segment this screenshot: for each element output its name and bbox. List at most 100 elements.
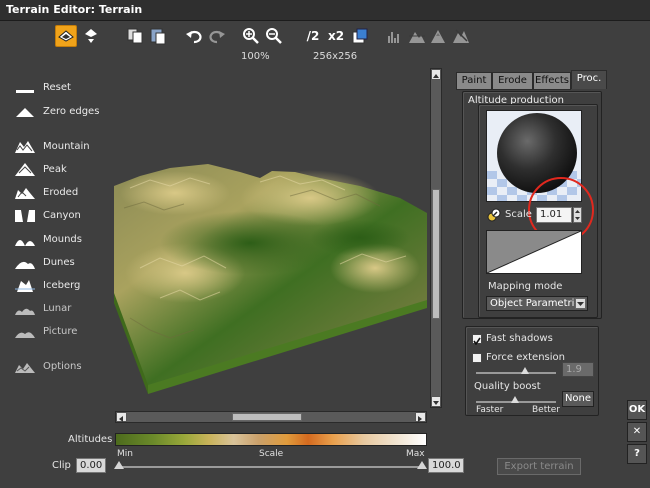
horizontal-scrollbar[interactable]	[115, 411, 427, 423]
redo-button[interactable]	[206, 25, 228, 47]
select-area-button[interactable]	[349, 25, 371, 47]
tab-paint[interactable]: Paint	[456, 72, 492, 90]
zoom-out-button[interactable]	[263, 25, 285, 47]
picture-icon	[15, 332, 35, 338]
iceberg-item[interactable]: Iceberg	[14, 276, 80, 294]
scroll-down-arrow[interactable]	[431, 396, 441, 407]
item-label: Options	[43, 360, 82, 372]
picture-item[interactable]: Picture	[14, 322, 77, 340]
quality-boost-thumb[interactable]	[511, 396, 519, 403]
zero-edges-item[interactable]: Zero edges	[14, 102, 99, 120]
checkmark-icon	[473, 337, 481, 346]
scroll-left-arrow[interactable]	[116, 412, 127, 422]
tab-effects[interactable]: Effects	[533, 72, 571, 90]
eroded-icon	[15, 188, 35, 199]
arrow-down-icon	[433, 401, 439, 405]
reset-icon	[16, 90, 34, 93]
arrow-left-icon	[119, 416, 123, 422]
view-dropdown-button[interactable]	[80, 25, 102, 47]
fast-shadows-label: Fast shadows	[486, 333, 553, 344]
better-label: Better	[532, 405, 561, 415]
erode-icon	[453, 29, 469, 43]
force-extension-thumb[interactable]	[521, 367, 529, 374]
resolution-label: 256x256	[313, 51, 358, 62]
vertical-scrollbar[interactable]	[430, 68, 442, 408]
terrain-viewport[interactable]	[100, 68, 430, 408]
histogram-icon	[388, 32, 399, 43]
redo-icon	[209, 30, 225, 44]
scale-spinner[interactable]	[573, 207, 582, 223]
mounds-item[interactable]: Mounds	[14, 230, 82, 248]
vertical-scroll-thumb[interactable]	[432, 189, 440, 319]
clip-slider-track[interactable]	[117, 466, 423, 468]
scale-min-label: Min	[117, 449, 133, 459]
copy-button[interactable]	[124, 25, 146, 47]
clip-label: Clip	[52, 460, 71, 471]
tab-erode[interactable]: Erode	[492, 72, 533, 90]
item-label: Dunes	[43, 256, 75, 268]
canyon-item[interactable]: Canyon	[14, 206, 81, 224]
canyon-icon	[15, 210, 35, 222]
scroll-up-arrow[interactable]	[431, 69, 441, 80]
item-label: Mounds	[43, 233, 82, 245]
force-extension-slider[interactable]	[476, 372, 556, 374]
quality-boost-label: Quality boost	[474, 381, 541, 392]
reset-item[interactable]: Reset	[14, 78, 71, 96]
mapping-mode-value: Object Parametric	[490, 298, 580, 309]
scale-mid-label: Scale	[259, 449, 284, 459]
faster-label: Faster	[476, 405, 504, 415]
dunes-icon	[15, 261, 35, 269]
half-resolution-button[interactable]: /2	[301, 25, 325, 47]
altitudes-color-bar[interactable]	[115, 433, 427, 446]
item-label: Iceberg	[43, 279, 81, 291]
undo-button[interactable]	[183, 25, 205, 47]
terrain-view-button[interactable]	[55, 25, 77, 47]
flatten-icon	[409, 32, 425, 43]
tab-proc[interactable]: Proc.	[571, 70, 607, 89]
mapping-mode-select[interactable]: Object Parametric	[486, 296, 588, 311]
histogram-button[interactable]	[384, 25, 406, 47]
horizontal-scroll-thumb[interactable]	[232, 413, 302, 421]
scale-link-button[interactable]	[487, 208, 501, 222]
ok-button[interactable]: OK	[627, 400, 647, 420]
clip-min-field[interactable]: 0.00	[76, 458, 106, 473]
mapping-dropdown-button[interactable]	[575, 298, 586, 309]
cancel-button[interactable]: ✕	[627, 422, 647, 442]
item-label: Reset	[43, 81, 71, 93]
mountain-item[interactable]: Mountain	[14, 137, 90, 155]
force-extension-checkbox[interactable]	[472, 353, 482, 363]
filter-button[interactable]	[428, 25, 450, 47]
scale-field[interactable]: 1.01	[536, 207, 572, 223]
terrain-render	[114, 164, 427, 394]
mountain-icon	[15, 141, 35, 153]
force-extension-label: Force extension	[486, 352, 565, 363]
paste-button[interactable]	[147, 25, 169, 47]
spinner-arrows-icon	[575, 210, 580, 220]
clip-max-thumb[interactable]	[417, 461, 427, 469]
flatten-button[interactable]	[406, 25, 428, 47]
arrow-up-icon	[433, 74, 439, 78]
help-button[interactable]: ?	[627, 444, 647, 464]
chevron-down-icon	[577, 302, 584, 306]
lunar-item[interactable]: Lunar	[14, 299, 71, 317]
erode-button[interactable]	[450, 25, 472, 47]
quality-none-button[interactable]: None	[562, 391, 594, 407]
filter-icon	[431, 30, 445, 43]
scroll-right-arrow[interactable]	[415, 412, 426, 422]
altitude-curve-box[interactable]	[486, 230, 582, 274]
item-label: Zero edges	[43, 105, 100, 117]
item-label: Lunar	[43, 302, 72, 314]
dunes-item[interactable]: Dunes	[14, 253, 75, 271]
peak-item[interactable]: Peak	[14, 160, 67, 178]
clip-max-field[interactable]: 100.0	[428, 458, 464, 473]
zoom-in-button[interactable]	[240, 25, 262, 47]
force-extension-field[interactable]: 1.9	[562, 362, 594, 377]
fast-shadows-checkbox[interactable]	[472, 334, 482, 346]
eroded-item[interactable]: Eroded	[14, 183, 78, 201]
double-resolution-button[interactable]: x2	[325, 25, 347, 47]
scale-max-label: Max	[406, 449, 425, 459]
clip-min-thumb[interactable]	[114, 461, 124, 469]
scale-icon	[487, 208, 501, 222]
options-item[interactable]: Options	[14, 357, 82, 375]
export-terrain-button[interactable]: Export terrain	[497, 458, 581, 475]
